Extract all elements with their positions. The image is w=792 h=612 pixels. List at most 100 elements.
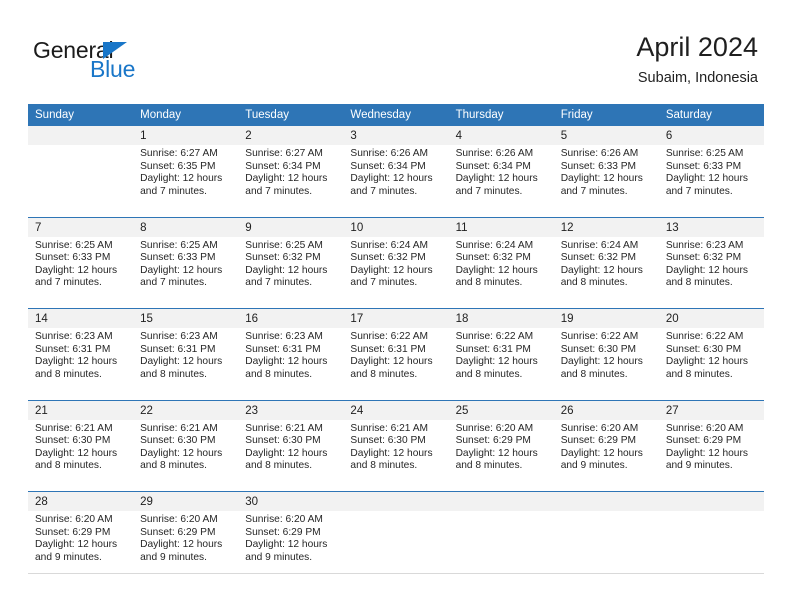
sunrise-text: Sunrise: 6:23 AM xyxy=(140,331,218,342)
day-number[interactable]: 30 xyxy=(238,491,344,511)
day-number[interactable]: 14 xyxy=(28,308,134,328)
generalblue-logo[interactable]: General Blue xyxy=(33,38,153,82)
day-cell[interactable]: Sunrise: 6:20 AM Sunset: 6:29 PM Dayligh… xyxy=(553,419,659,492)
day-number[interactable]: 20 xyxy=(658,308,764,328)
day-cell[interactable]: Sunrise: 6:22 AM Sunset: 6:30 PM Dayligh… xyxy=(553,328,659,400)
week-detail-row: Sunrise: 6:23 AM Sunset: 6:31 PM Dayligh… xyxy=(28,328,764,400)
sunset-text: Sunset: 6:30 PM xyxy=(140,435,216,447)
day-cell[interactable]: Sunrise: 6:23 AM Sunset: 6:31 PM Dayligh… xyxy=(133,328,239,400)
day-cell[interactable]: Sunrise: 6:21 AM Sunset: 6:30 PM Dayligh… xyxy=(238,419,344,492)
day-cell[interactable]: Sunrise: 6:26 AM Sunset: 6:34 PM Dayligh… xyxy=(448,145,554,217)
sunset-text: Sunset: 6:34 PM xyxy=(245,160,321,172)
day-number[interactable] xyxy=(28,126,134,145)
day-number[interactable]: 28 xyxy=(28,491,134,511)
day-number[interactable]: 2 xyxy=(238,126,344,145)
day-number[interactable]: 22 xyxy=(133,399,239,420)
day-cell[interactable]: Sunrise: 6:23 AM Sunset: 6:31 PM Dayligh… xyxy=(238,328,344,400)
day-number[interactable]: 1 xyxy=(133,126,239,145)
day-number[interactable]: 17 xyxy=(343,308,449,328)
day-cell[interactable]: Sunrise: 6:22 AM Sunset: 6:31 PM Dayligh… xyxy=(448,328,554,400)
day-number[interactable]: 18 xyxy=(448,308,554,328)
day-number[interactable] xyxy=(658,491,764,511)
sunset-text: Sunset: 6:30 PM xyxy=(665,343,742,355)
day-cell[interactable]: Sunrise: 6:21 AM Sunset: 6:30 PM Dayligh… xyxy=(28,419,134,492)
day-cell[interactable]: Sunrise: 6:23 AM Sunset: 6:31 PM Dayligh… xyxy=(28,328,134,400)
day-number[interactable]: 10 xyxy=(343,216,449,237)
daylight-text-line1: Daylight: 12 hours xyxy=(455,356,538,368)
day-number[interactable]: 21 xyxy=(28,399,134,420)
day-number[interactable]: 19 xyxy=(553,308,659,328)
day-number[interactable] xyxy=(553,491,659,511)
day-cell[interactable]: Sunrise: 6:26 AM Sunset: 6:34 PM Dayligh… xyxy=(343,145,449,217)
day-number[interactable]: 29 xyxy=(133,491,239,511)
day-cell[interactable]: Sunrise: 6:22 AM Sunset: 6:31 PM Dayligh… xyxy=(343,328,449,400)
day-number[interactable]: 23 xyxy=(238,399,344,420)
sunset-text: Sunset: 6:34 PM xyxy=(455,160,531,172)
day-number[interactable]: 12 xyxy=(553,216,659,237)
daylight-text-line2: and 7 minutes. xyxy=(140,185,207,197)
daylight-text-line2: and 9 minutes. xyxy=(560,460,628,472)
day-number[interactable]: 5 xyxy=(553,126,659,145)
day-cell[interactable]: Sunrise: 6:25 AM Sunset: 6:33 PM Dayligh… xyxy=(658,145,764,217)
daylight-text-line2: and 8 minutes. xyxy=(140,460,207,472)
daylight-text-line2: and 7 minutes. xyxy=(350,277,418,289)
day-cell[interactable]: Sunrise: 6:24 AM Sunset: 6:32 PM Dayligh… xyxy=(448,236,554,309)
day-cell[interactable]: Sunrise: 6:24 AM Sunset: 6:32 PM Dayligh… xyxy=(553,236,659,309)
day-number[interactable]: 27 xyxy=(658,399,764,420)
sunset-text: Sunset: 6:29 PM xyxy=(140,526,216,538)
sunrise-text: Sunrise: 6:27 AM xyxy=(140,148,218,159)
day-number[interactable]: 25 xyxy=(448,399,554,420)
day-cell[interactable]: Sunrise: 6:27 AM Sunset: 6:35 PM Dayligh… xyxy=(133,145,239,217)
sunset-text: Sunset: 6:30 PM xyxy=(245,435,321,447)
daylight-text-line2: and 8 minutes. xyxy=(560,368,628,380)
day-cell[interactable] xyxy=(28,145,134,217)
day-cell[interactable]: Sunrise: 6:21 AM Sunset: 6:30 PM Dayligh… xyxy=(343,419,449,492)
sunset-text: Sunset: 6:32 PM xyxy=(245,252,321,264)
day-number[interactable]: 4 xyxy=(448,126,554,145)
day-number[interactable]: 15 xyxy=(133,308,239,328)
daylight-text-line2: and 9 minutes. xyxy=(665,460,733,472)
day-number[interactable]: 11 xyxy=(448,216,554,237)
logo-text-blue: Blue xyxy=(90,56,136,82)
day-number[interactable] xyxy=(343,491,449,511)
day-cell[interactable]: Sunrise: 6:21 AM Sunset: 6:30 PM Dayligh… xyxy=(133,419,239,492)
sunset-text: Sunset: 6:33 PM xyxy=(665,160,742,172)
weekday-header-sunday: Sunday xyxy=(28,104,134,126)
day-number[interactable]: 24 xyxy=(343,399,449,420)
day-cell[interactable]: Sunrise: 6:24 AM Sunset: 6:32 PM Dayligh… xyxy=(343,236,449,309)
daylight-text-line2: and 7 minutes. xyxy=(245,277,313,289)
sunset-text: Sunset: 6:32 PM xyxy=(350,252,426,264)
sunset-text: Sunset: 6:29 PM xyxy=(665,435,742,447)
sunset-text: Sunset: 6:33 PM xyxy=(140,252,216,264)
daylight-text-line2: and 8 minutes. xyxy=(455,277,523,289)
day-number[interactable]: 3 xyxy=(343,126,449,145)
day-number[interactable]: 7 xyxy=(28,216,134,237)
day-cell[interactable]: Sunrise: 6:23 AM Sunset: 6:32 PM Dayligh… xyxy=(658,236,764,309)
bottom-divider xyxy=(28,573,764,574)
page-title: April 2024 xyxy=(636,32,758,62)
daylight-text-line1: Daylight: 12 hours xyxy=(35,539,118,551)
day-cell[interactable]: Sunrise: 6:26 AM Sunset: 6:33 PM Dayligh… xyxy=(553,145,659,217)
sunset-text: Sunset: 6:29 PM xyxy=(245,526,321,538)
sunrise-text: Sunrise: 6:26 AM xyxy=(560,148,639,159)
day-cell[interactable]: Sunrise: 6:20 AM Sunset: 6:29 PM Dayligh… xyxy=(658,419,764,492)
day-cell[interactable]: Sunrise: 6:25 AM Sunset: 6:33 PM Dayligh… xyxy=(28,236,134,309)
day-cell[interactable]: Sunrise: 6:27 AM Sunset: 6:34 PM Dayligh… xyxy=(238,145,344,217)
day-number[interactable]: 26 xyxy=(553,399,659,420)
sunrise-text: Sunrise: 6:20 AM xyxy=(560,422,639,434)
day-cell[interactable]: Sunrise: 6:22 AM Sunset: 6:30 PM Dayligh… xyxy=(658,328,764,400)
day-number[interactable]: 6 xyxy=(658,126,764,145)
week-number-row: 21 22 23 24 25 26 27 xyxy=(28,399,764,420)
day-number[interactable]: 13 xyxy=(658,216,764,237)
day-cell[interactable]: Sunrise: 6:25 AM Sunset: 6:32 PM Dayligh… xyxy=(238,236,344,309)
day-number[interactable] xyxy=(448,491,554,511)
day-number[interactable]: 16 xyxy=(238,308,344,328)
week-detail-row: Sunrise: 6:27 AM Sunset: 6:35 PM Dayligh… xyxy=(28,145,764,217)
day-number[interactable]: 8 xyxy=(133,216,239,237)
day-cell[interactable]: Sunrise: 6:25 AM Sunset: 6:33 PM Dayligh… xyxy=(133,236,239,309)
daylight-text-line2: and 8 minutes. xyxy=(350,368,418,380)
day-number[interactable]: 9 xyxy=(238,216,344,237)
sunrise-text: Sunrise: 6:23 AM xyxy=(245,331,323,342)
sunset-text: Sunset: 6:32 PM xyxy=(455,252,531,264)
day-cell[interactable]: Sunrise: 6:20 AM Sunset: 6:29 PM Dayligh… xyxy=(448,419,554,492)
